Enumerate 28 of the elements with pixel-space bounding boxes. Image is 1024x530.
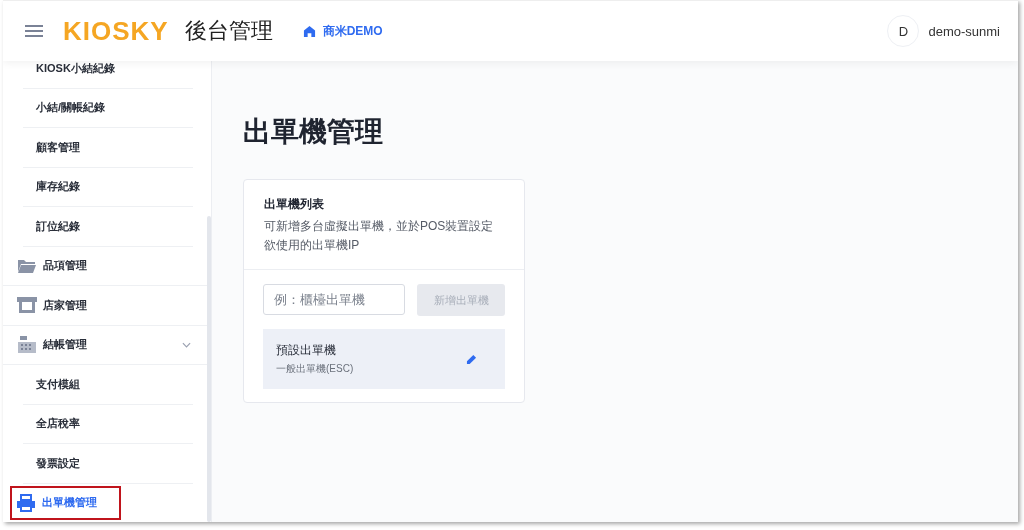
home-icon	[302, 24, 316, 38]
sidebar-item[interactable]: 顧客管理	[23, 128, 193, 168]
sidebar-item[interactable]: 庫存紀錄	[23, 167, 193, 207]
menu-icon[interactable]	[25, 25, 43, 37]
sidebar-item[interactable]: 全店稅率	[23, 404, 193, 444]
page-title: 出單機管理	[243, 115, 384, 149]
card-description: 可新增多台虛擬出單機，並於POS裝置設定欲使用的出單機IP	[264, 218, 495, 254]
sidebar-item[interactable]: 訂位紀錄	[23, 207, 193, 247]
pencil-icon[interactable]	[466, 353, 477, 365]
sidebar-item[interactable]: 出單機管理	[10, 485, 121, 520]
sidebar-item[interactable]: 發票設定	[23, 444, 193, 484]
card-title: 出單機列表	[264, 196, 325, 213]
chevron-icon[interactable]	[182, 341, 191, 348]
printer-entry[interactable]: 預設出單機 一般出單機(ESC)	[263, 329, 505, 389]
printer-name: 預設出單機	[276, 342, 337, 359]
storefront-icon	[17, 296, 37, 315]
cash-register-icon	[17, 335, 37, 354]
store-link[interactable]: 商米DEMO	[302, 22, 383, 40]
sidebar-item[interactable]: 支付模組	[23, 365, 193, 405]
sidebar-item[interactable]: 小結/關帳紀錄	[23, 88, 193, 128]
app-title: 後台管理	[184, 17, 273, 45]
printer-type: 一般出單機(ESC)	[276, 362, 355, 376]
user-name[interactable]: demo-sunmi	[928, 23, 1000, 39]
sidebar-item[interactable]: KIOSK小結紀錄	[23, 61, 193, 89]
logo: KIOSKY	[63, 15, 169, 47]
printer-icon	[16, 493, 36, 512]
printer-name-field[interactable]: 例：櫃檯出單機	[263, 284, 405, 315]
folder-icon	[17, 257, 37, 274]
